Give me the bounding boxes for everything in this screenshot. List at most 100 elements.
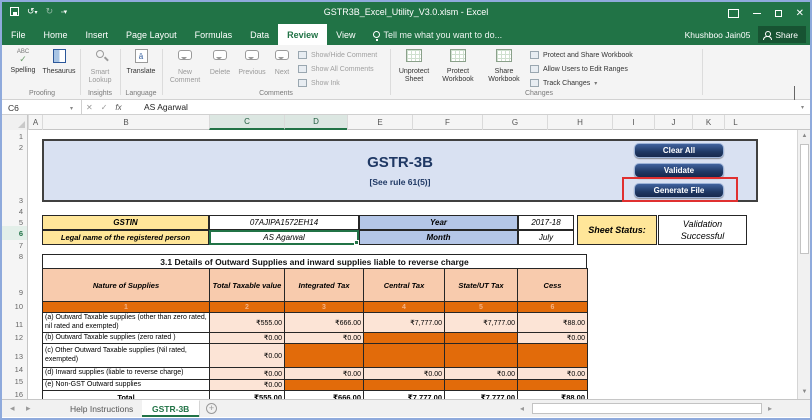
tab-view[interactable]: View [327,24,364,45]
tab-formulas[interactable]: Formulas [186,24,242,45]
row-header-1[interactable]: 1 [19,132,23,141]
row-header-2[interactable]: 2 [19,143,23,152]
row-header-3[interactable]: 3 [19,196,23,205]
row-header-16[interactable]: 16 [15,390,23,399]
minimize-icon[interactable] [753,13,761,14]
vertical-scroll-thumb[interactable] [800,144,809,254]
row-header-12[interactable]: 12 [15,333,23,342]
row-header-14[interactable]: 14 [15,365,23,374]
delete-comment-button[interactable]: Delete [206,48,234,94]
col-header-L[interactable]: L [724,115,746,130]
scroll-up-icon[interactable]: ▲ [798,130,811,142]
col-header-A[interactable]: A [28,115,42,130]
close-icon[interactable]: ✕ [796,8,804,19]
confirm-entry-icon[interactable]: ✓ [101,103,108,112]
share-workbook-button[interactable]: Share Workbook [482,48,526,94]
horizontal-scroll-thumb[interactable] [532,403,762,414]
col-header-F[interactable]: F [412,115,482,130]
insert-function-icon[interactable]: fx [115,103,121,112]
hscroll-left-icon[interactable]: ◂ [520,404,524,413]
col-header-B[interactable]: B [42,115,209,130]
cell-value[interactable]: ₹0.00 [285,368,364,380]
row-header-11[interactable]: 11 [15,320,23,329]
col-header-J[interactable]: J [654,115,692,130]
row-header-6[interactable]: 6 [19,229,23,238]
tab-data[interactable]: Data [241,24,278,45]
spelling-button[interactable]: ABC✓ Spelling [7,48,39,94]
sheet-tab-help-instructions[interactable]: Help Instructions [60,400,144,417]
user-name[interactable]: Khushboo Jain05 [685,30,751,40]
unprotect-sheet-button[interactable]: Unprotect Sheet [394,48,434,94]
col-header-G[interactable]: G [482,115,547,130]
cell-value[interactable]: ₹555.00 [210,313,285,333]
month-value[interactable]: July [518,230,574,245]
col-header-E[interactable]: E [347,115,412,130]
cell-value[interactable]: ₹0.00 [210,344,285,368]
protect-workbook-button[interactable]: Protect Workbook [436,48,480,94]
cell-value[interactable]: ₹7,777.00 [364,313,445,333]
cell-value[interactable]: ₹0.00 [285,333,364,344]
year-value[interactable]: 2017-18 [518,215,574,230]
row-header-5[interactable]: 5 [19,218,23,227]
tab-insert[interactable]: Insert [77,24,118,45]
cancel-entry-icon[interactable]: ✕ [86,103,93,112]
formula-bar-value[interactable]: AS Agarwal [144,102,188,112]
show-hide-comment-button[interactable]: Show/Hide Comment [298,49,377,61]
row-header-10[interactable]: 10 [15,302,23,311]
allow-users-edit-ranges-button[interactable]: Allow Users to Edit Ranges [530,63,628,75]
cell-value[interactable]: ₹666.00 [285,313,364,333]
name-box-dropdown-icon[interactable]: ▾ [70,105,73,112]
cell-value[interactable]: ₹0.00 [518,368,588,380]
thesaurus-button[interactable]: Thesaurus [41,48,77,94]
vertical-scrollbar[interactable]: ▲ ▼ [797,130,811,399]
track-changes-button[interactable]: Track Changes ▾ [530,77,597,89]
sheet-nav-next-icon[interactable]: ▸ [26,403,31,414]
cell-value[interactable]: ₹0.00 [364,368,445,380]
formula-bar-expand-icon[interactable]: ▾ [801,104,804,111]
next-comment-button[interactable]: Next [270,48,294,94]
gstin-value[interactable]: 07AJIPA1572EH14 [209,215,359,230]
share-button[interactable]: Share [758,26,806,43]
restore-icon[interactable] [775,10,782,17]
tab-file[interactable]: File [2,24,35,45]
row-header-13[interactable]: 13 [15,352,23,361]
cell-value[interactable]: ₹88.00 [518,313,588,333]
new-comment-button[interactable]: New Comment [166,48,204,94]
scroll-down-icon[interactable]: ▼ [798,386,811,398]
cell-value[interactable]: ₹0.00 [518,333,588,344]
col-header-D[interactable]: D [284,115,347,130]
sheet-nav-prev-icon[interactable]: ◂ [10,403,15,414]
row-header-4[interactable]: 4 [19,207,23,216]
row-header-8[interactable]: 8 [19,252,23,261]
previous-comment-button[interactable]: Previous [236,48,268,94]
cell-value[interactable]: ₹0.00 [210,333,285,344]
cell-value[interactable]: ₹7,777.00 [445,313,518,333]
cell-value[interactable]: ₹0.00 [445,368,518,380]
legal-name-value-selected-cell[interactable]: AS Agarwal [209,230,359,245]
clear-all-button[interactable]: Clear All [634,143,724,158]
row-header-9[interactable]: 9 [19,288,23,297]
col-header-C[interactable]: C [209,115,284,130]
row-header-7[interactable]: 7 [19,241,23,250]
protect-share-workbook-button[interactable]: Protect and Share Workbook [530,49,633,61]
col-header-H[interactable]: H [547,115,612,130]
tab-review[interactable]: Review [278,24,327,45]
col-header-K[interactable]: K [692,115,724,130]
cell-value[interactable]: ₹0.00 [210,380,285,391]
sheet-tab-gstr-3b[interactable]: GSTR-3B [142,400,200,417]
cell-value[interactable]: ₹0.00 [210,368,285,380]
validate-button[interactable]: Validate [634,163,724,178]
show-ink-button[interactable]: Show Ink [298,77,340,89]
row-header-15[interactable]: 15 [15,377,23,386]
col-header-I[interactable]: I [612,115,654,130]
tab-home[interactable]: Home [35,24,77,45]
smart-lookup-button[interactable]: Smart Lookup [83,48,117,94]
ribbon-display-options-icon[interactable] [728,9,739,18]
show-all-comments-button[interactable]: Show All Comments [298,63,374,75]
select-all-corner[interactable] [2,115,28,130]
translate-button[interactable]: ā Translate [123,48,159,94]
tell-me-box[interactable]: Tell me what you want to do... [365,24,511,45]
hscroll-right-icon[interactable]: ▸ [768,404,772,413]
tab-page-layout[interactable]: Page Layout [117,24,186,45]
add-sheet-icon[interactable]: + [206,403,217,414]
